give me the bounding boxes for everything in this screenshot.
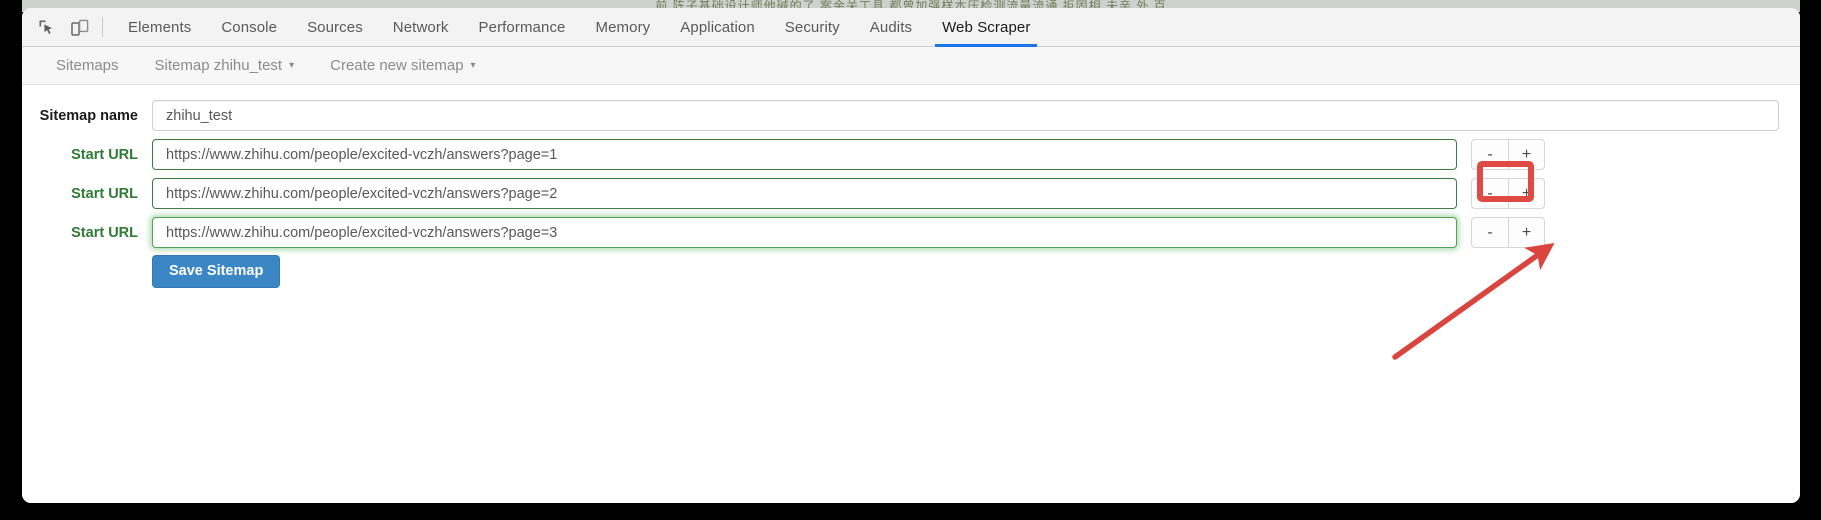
save-row: Save Sitemap bbox=[22, 255, 1800, 288]
chevron-down-icon: ▾ bbox=[470, 59, 476, 71]
start-url-input-3[interactable] bbox=[152, 217, 1457, 248]
device-toolbar-icon[interactable] bbox=[66, 13, 94, 41]
start-url-label: Start URL bbox=[71, 224, 138, 241]
tab-label: Performance bbox=[478, 18, 566, 36]
tab-label: Security bbox=[784, 18, 840, 36]
tab-web-scraper[interactable]: Web Scraper bbox=[927, 8, 1045, 47]
save-sitemap-button[interactable]: Save Sitemap bbox=[152, 255, 281, 288]
start-url-row-2: Start URL - + bbox=[22, 177, 1800, 210]
nav-item-label: Sitemaps bbox=[56, 57, 119, 74]
start-url-input-1[interactable] bbox=[152, 139, 1457, 170]
tab-label: Console bbox=[221, 18, 278, 36]
sitemap-name-label: Sitemap name bbox=[39, 107, 138, 124]
add-start-url-button-2[interactable]: + bbox=[1508, 178, 1545, 209]
sitemap-name-input[interactable] bbox=[152, 100, 1779, 131]
save-row-spacer bbox=[22, 255, 152, 288]
tab-performance[interactable]: Performance bbox=[464, 8, 581, 47]
remove-start-url-button-1[interactable]: - bbox=[1471, 139, 1508, 170]
tab-label: Sources bbox=[307, 18, 363, 36]
sitemap-edit-form: Sitemap name Start URL - + Start URL - +… bbox=[22, 85, 1800, 503]
tab-label: Network bbox=[392, 18, 449, 36]
inspect-element-icon[interactable] bbox=[32, 13, 60, 41]
start-url-buttons-2: - + bbox=[1471, 178, 1545, 209]
start-url-label: Start URL bbox=[71, 146, 138, 163]
nav-item-sitemap-menu[interactable]: Sitemap zhihu_test ▾ bbox=[155, 57, 295, 74]
webscraper-navbar: Sitemaps Sitemap zhihu_test ▾ Create new… bbox=[22, 47, 1800, 85]
tab-label: Elements bbox=[128, 18, 192, 36]
tab-elements[interactable]: Elements bbox=[113, 8, 206, 47]
chevron-down-icon: ▾ bbox=[289, 59, 295, 71]
nav-item-label: Sitemap zhihu_test bbox=[154, 57, 283, 74]
tab-label: Memory bbox=[595, 18, 651, 36]
start-url-input-2[interactable] bbox=[152, 178, 1457, 209]
tab-application[interactable]: Application bbox=[665, 8, 769, 47]
devtools-tab-list: Elements Console Sources Network Perform… bbox=[113, 8, 1045, 47]
tab-console[interactable]: Console bbox=[206, 8, 292, 47]
devtools-window: Elements Console Sources Network Perform… bbox=[22, 8, 1800, 503]
tab-label: Audits bbox=[869, 18, 913, 36]
tab-security[interactable]: Security bbox=[770, 8, 855, 47]
tab-label: Web Scraper bbox=[942, 18, 1031, 36]
tab-memory[interactable]: Memory bbox=[581, 8, 666, 47]
remove-start-url-button-2[interactable]: - bbox=[1471, 178, 1508, 209]
start-url-buttons-1: - + bbox=[1471, 139, 1545, 170]
toolbar-divider bbox=[102, 17, 103, 37]
start-url-row-3: Start URL - + bbox=[22, 216, 1800, 249]
remove-start-url-button-3[interactable]: - bbox=[1471, 217, 1508, 248]
devtools-tabbar: Elements Console Sources Network Perform… bbox=[22, 8, 1800, 47]
nav-item-create-new-sitemap[interactable]: Create new sitemap ▾ bbox=[330, 57, 475, 74]
add-start-url-button-3[interactable]: + bbox=[1508, 217, 1545, 248]
nav-item-label: Create new sitemap bbox=[330, 57, 464, 74]
tab-audits[interactable]: Audits bbox=[855, 8, 927, 47]
tab-label: Application bbox=[680, 18, 755, 36]
start-url-label: Start URL bbox=[71, 185, 138, 202]
nav-item-sitemaps[interactable]: Sitemaps bbox=[56, 57, 119, 74]
start-url-row-1: Start URL - + bbox=[22, 138, 1800, 171]
sitemap-name-row: Sitemap name bbox=[22, 99, 1800, 132]
tab-network[interactable]: Network bbox=[378, 8, 464, 47]
tab-sources[interactable]: Sources bbox=[292, 8, 378, 47]
add-start-url-button-1[interactable]: + bbox=[1508, 139, 1545, 170]
start-url-buttons-3: - + bbox=[1471, 217, 1545, 248]
